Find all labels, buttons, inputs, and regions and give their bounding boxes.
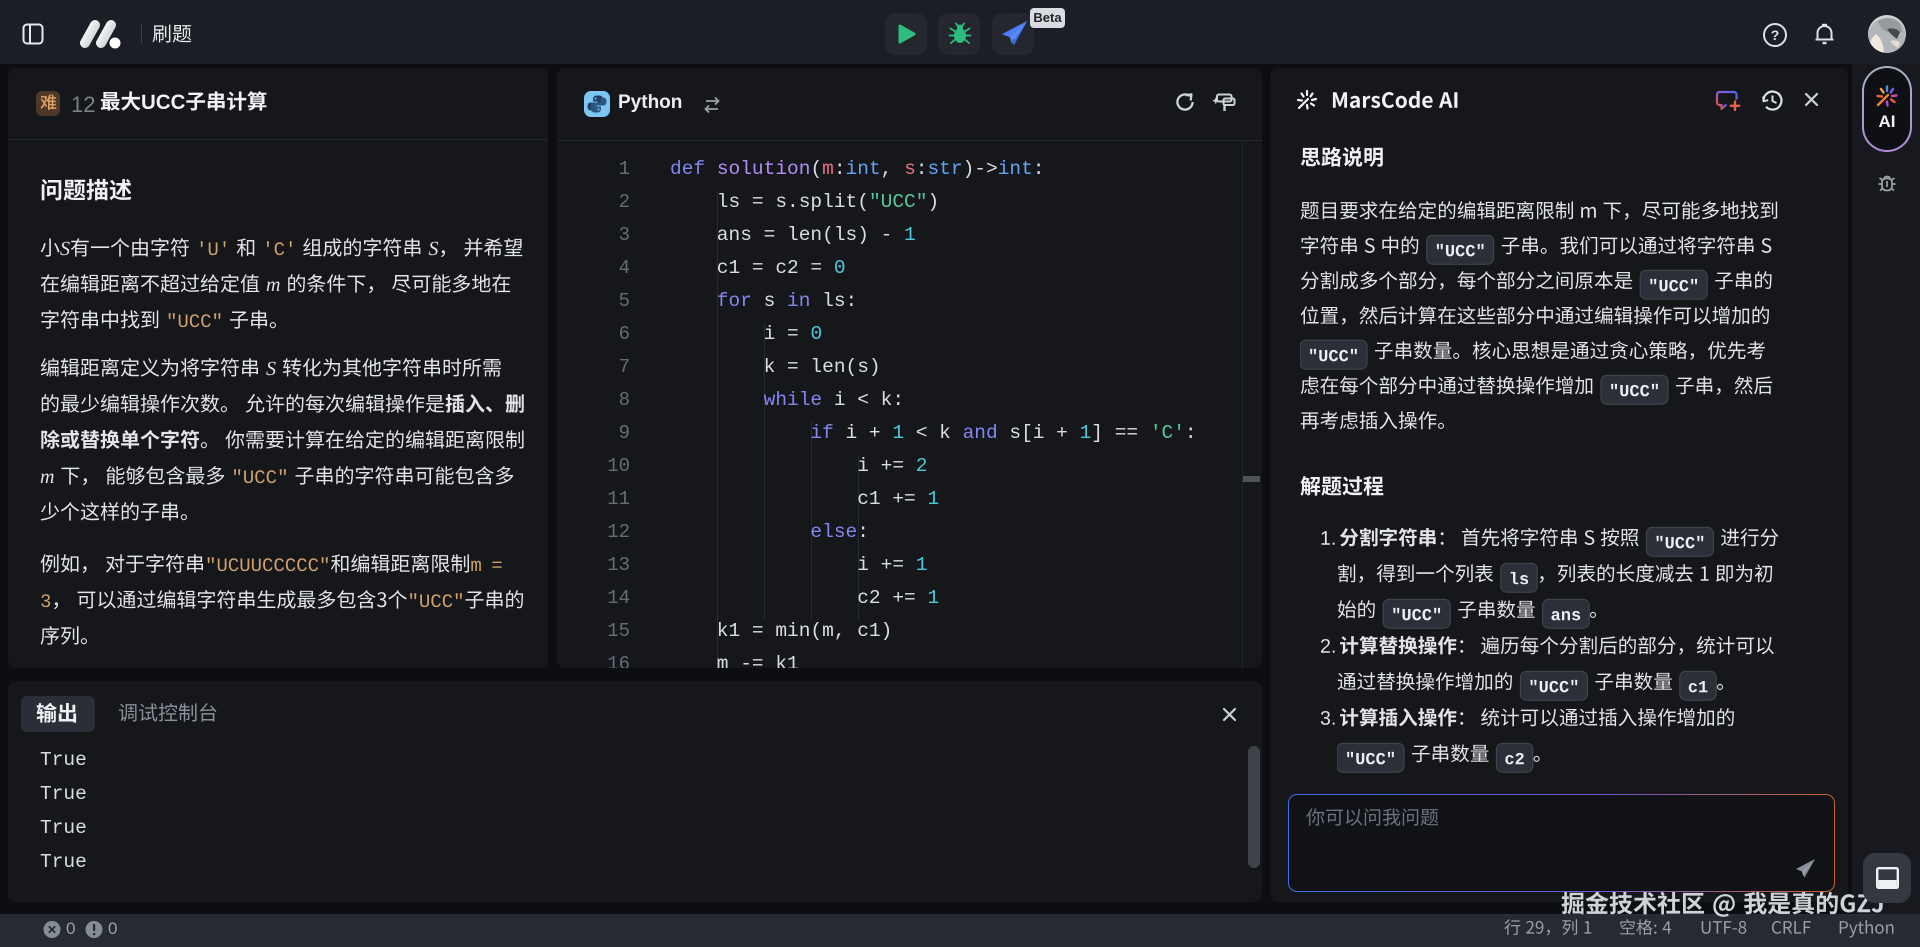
svg-text:?: ?	[1771, 27, 1780, 43]
